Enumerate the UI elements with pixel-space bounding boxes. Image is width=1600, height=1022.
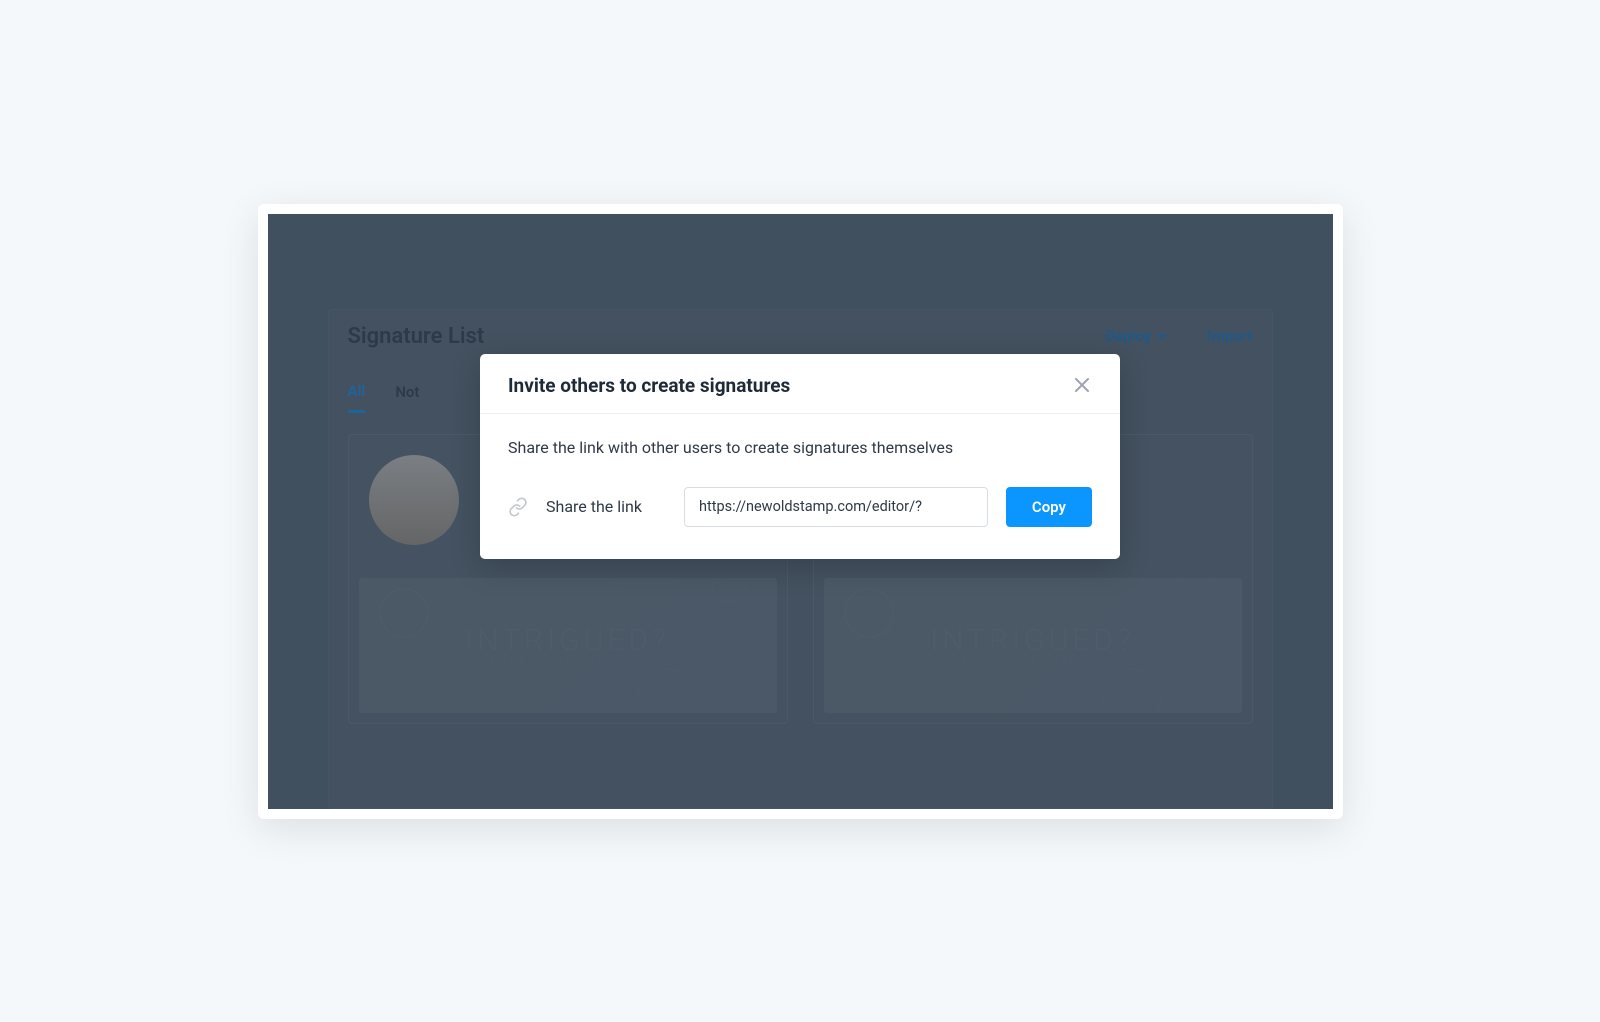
copy-button[interactable]: Copy [1006, 487, 1092, 527]
invite-modal: Invite others to create signatures Share… [480, 354, 1120, 559]
share-link-input[interactable] [684, 487, 988, 527]
app-window: Signature List Deploy Import All Not [268, 214, 1333, 809]
modal-description: Share the link with other users to creat… [508, 438, 1092, 457]
modal-header: Invite others to create signatures [480, 354, 1120, 414]
modal-body: Share the link with other users to creat… [480, 414, 1120, 559]
close-button[interactable] [1072, 375, 1092, 395]
link-icon [508, 497, 528, 517]
modal-title: Invite others to create signatures [508, 374, 790, 397]
share-row: Share the link Copy [508, 487, 1092, 527]
share-label: Share the link [546, 497, 666, 516]
outer-frame: Signature List Deploy Import All Not [258, 204, 1343, 819]
close-icon [1074, 377, 1090, 393]
